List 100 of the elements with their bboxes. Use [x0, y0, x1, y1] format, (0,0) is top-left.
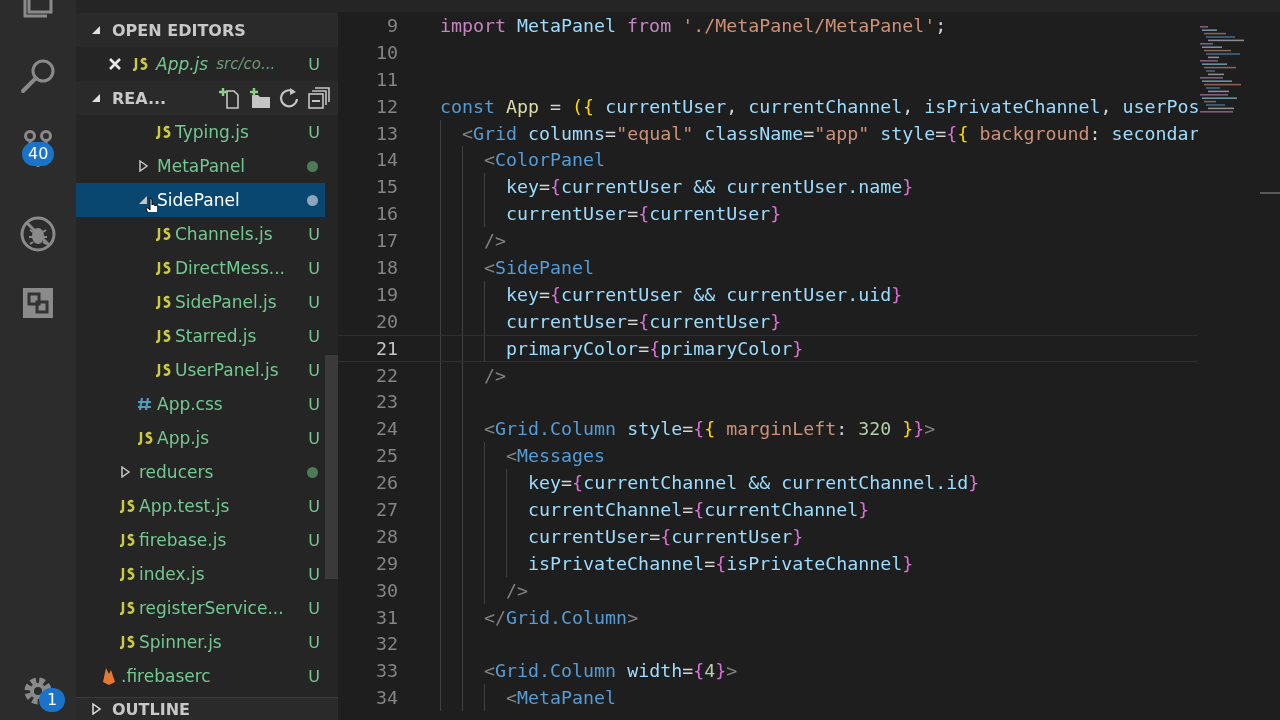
file-item[interactable]: .firebaserc U: [76, 659, 325, 693]
code-line: />: [484, 230, 507, 252]
folder-item[interactable]: reducers: [76, 455, 325, 489]
line-number: 25: [375, 445, 398, 467]
file-name: firebase.js: [139, 530, 227, 550]
folder-name: MetaPanel: [157, 156, 246, 176]
file-item[interactable]: App.test.js U: [76, 489, 325, 523]
line-number: 23: [375, 391, 398, 413]
folder-item[interactable]: MetaPanel: [76, 149, 325, 183]
code-line: <Grid.Column style={{ marginLeft: 320 }}>: [484, 418, 936, 440]
new-file-icon[interactable]: [218, 87, 240, 109]
expanded-arrow-icon[interactable]: [137, 194, 149, 206]
section-title: REA...: [112, 88, 167, 108]
status-letter: U: [308, 530, 320, 550]
file-item[interactable]: App.css U: [76, 387, 325, 421]
section-title: OPEN EDITORS: [112, 20, 246, 40]
folder-name: SidePanel: [157, 190, 240, 210]
line-number: 19: [375, 283, 398, 305]
line-number: 34: [375, 687, 398, 709]
line-number: 13: [375, 122, 398, 144]
file-item[interactable]: Typing.js U: [76, 115, 325, 149]
file-name: .firebaserc: [121, 666, 211, 686]
code-line: const App = ({ currentUser, currentChannel, isPrivateChannel, userPos: [440, 95, 1198, 117]
file-item[interactable]: registerService... U: [76, 591, 325, 625]
code-line: currentUser={currentUser}: [506, 203, 782, 225]
code-line: </Grid.Column>: [484, 606, 639, 628]
search-icon[interactable]: [19, 57, 57, 95]
line-number: 30: [375, 579, 398, 601]
line-number: 15: [375, 176, 398, 198]
javascript-file-icon: [155, 261, 171, 275]
code-line: <SidePanel: [484, 256, 595, 278]
line-number: 12: [375, 95, 398, 117]
javascript-file-icon: [119, 533, 135, 547]
file-item[interactable]: SidePanel.js U: [76, 285, 325, 319]
status-letter: U: [308, 292, 320, 312]
javascript-file-icon: [137, 431, 153, 445]
files-icon[interactable]: [23, 0, 53, 18]
file-item[interactable]: Spinner.js U: [76, 625, 325, 659]
scrollbar-thumb[interactable]: [325, 355, 338, 579]
file-item[interactable]: UserPanel.js U: [76, 353, 325, 387]
indent-guide: [484, 684, 485, 712]
line-number: 29: [375, 552, 398, 574]
file-item[interactable]: Starred.js U: [76, 319, 325, 353]
section-title: OUTLINE: [112, 699, 190, 719]
file-name: Channels.js: [175, 224, 273, 244]
no-bug-icon[interactable]: [19, 215, 57, 253]
line-number: 18: [375, 256, 398, 278]
code-line: <Grid.Column width={4}>: [484, 660, 738, 682]
section-header[interactable]: OUTLINE: [76, 697, 338, 720]
status-letter: U: [308, 394, 320, 414]
collapsed-arrow-icon[interactable]: [119, 466, 131, 478]
line-number: 26: [375, 472, 398, 494]
file-path: src/co...: [216, 55, 276, 73]
code-line: key={currentUser && currentUser.uid}: [506, 283, 903, 305]
file-item[interactable]: App.js U: [76, 421, 325, 455]
status-letter: U: [308, 326, 320, 346]
file-item[interactable]: index.js U: [76, 557, 325, 591]
collapsed-arrow-icon[interactable]: [137, 160, 149, 172]
status-letter: U: [308, 666, 320, 686]
hand-cursor-icon: [145, 196, 157, 212]
file-name: SidePanel.js: [175, 292, 277, 312]
line-number: 31: [375, 606, 398, 628]
line-number: 32: [375, 633, 398, 655]
extensions-icon[interactable]: [21, 286, 55, 320]
refresh-icon[interactable]: [278, 87, 300, 109]
line-number: 10: [375, 41, 398, 63]
line-number: 17: [375, 230, 398, 252]
file-item[interactable]: DirectMess... U: [76, 251, 325, 285]
new-folder-icon[interactable]: [248, 87, 270, 109]
expanded-arrow-icon[interactable]: [90, 92, 102, 104]
javascript-file-icon: [155, 227, 171, 241]
open-editor-item[interactable]: App.js src/co... U: [76, 47, 338, 81]
count-badge: 1: [39, 688, 66, 712]
collapse-all-icon[interactable]: [308, 87, 330, 109]
section-header[interactable]: OPEN EDITORS: [76, 13, 338, 47]
line-number: 28: [375, 525, 398, 547]
file-name: Spinner.js: [139, 632, 222, 652]
status-letter: U: [308, 428, 320, 448]
status-letter: U: [308, 598, 320, 618]
javascript-file-icon: [119, 601, 135, 615]
code-line: isPrivateChannel={isPrivateChannel}: [528, 552, 914, 574]
code-line: <Grid columns="equal" className="app" style={{ background: secondar: [462, 122, 1198, 144]
javascript-file-icon: [119, 499, 135, 513]
close-icon[interactable]: [108, 57, 122, 71]
expanded-arrow-icon[interactable]: [90, 24, 102, 36]
file-name: Typing.js: [175, 122, 249, 142]
collapsed-arrow-icon[interactable]: [90, 703, 102, 715]
folder-item[interactable]: SidePanel: [76, 183, 325, 217]
file-item[interactable]: Channels.js U: [76, 217, 325, 251]
file-name: App.js: [157, 428, 210, 448]
line-number: 9: [386, 14, 398, 36]
file-name: index.js: [139, 564, 205, 584]
section-header[interactable]: REA...: [76, 81, 338, 115]
file-item[interactable]: firebase.js U: [76, 523, 325, 557]
status-letter: U: [308, 564, 320, 584]
count-badge: 40: [22, 142, 55, 166]
line-number: 21: [375, 337, 398, 359]
line-number: 22: [375, 364, 398, 386]
scrollbar-thumb[interactable]: [1260, 192, 1280, 194]
code-line: <ColorPanel: [484, 149, 606, 171]
